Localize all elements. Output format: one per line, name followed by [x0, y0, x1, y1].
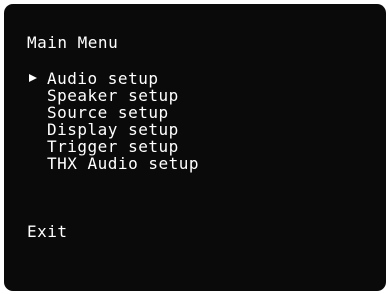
menu-item-source-setup[interactable]: Source setup: [26, 104, 199, 121]
osd-screen: Main Menu Audio setup Speaker setup Sour…: [4, 4, 386, 291]
triangle-right-icon: [29, 74, 37, 82]
main-menu-list: Audio setup Speaker setup Source setup D…: [26, 70, 199, 172]
exit-menu-item[interactable]: Exit: [27, 222, 68, 242]
menu-item-trigger-setup[interactable]: Trigger setup: [26, 138, 199, 155]
menu-item-display-setup[interactable]: Display setup: [26, 121, 199, 138]
menu-item-speaker-setup[interactable]: Speaker setup: [26, 87, 199, 104]
menu-item-audio-setup[interactable]: Audio setup: [26, 70, 199, 87]
menu-item-label: THX Audio setup: [47, 154, 199, 173]
menu-title: Main Menu: [27, 33, 119, 52]
menu-item-thx-audio-setup[interactable]: THX Audio setup: [26, 155, 199, 172]
